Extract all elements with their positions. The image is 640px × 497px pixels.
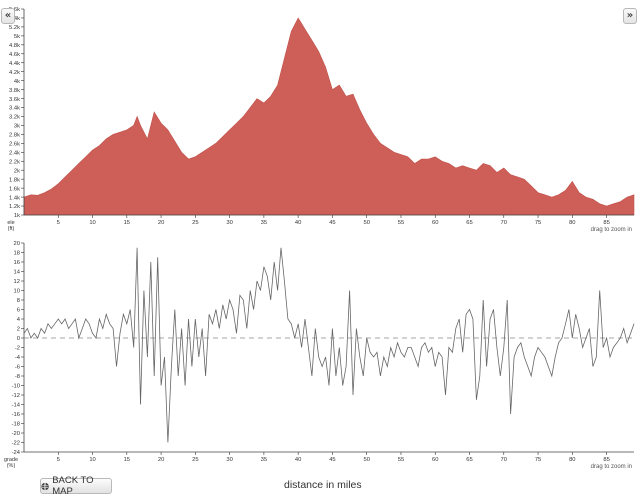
x-tick-label: 80 [569,457,575,463]
y-axis-label: (%) [7,463,16,469]
y-tick-label: 3.2k [9,115,20,121]
x-tick-label: 40 [295,457,301,463]
x-tick-label: 15 [124,457,130,463]
y-tick-label: 3k [14,124,20,130]
y-tick-label: 2.2k [9,159,20,165]
x-tick-label: 55 [398,457,404,463]
y-tick-label: 2.6k [9,142,20,148]
y-tick-label: -4 [15,355,21,361]
y-tick-label: 10 [14,289,20,295]
collapse-right-button[interactable]: » [623,8,637,24]
x-tick-label: 50 [363,457,369,463]
x-tick-label: 5 [57,457,60,463]
x-tick-label: 20 [158,220,164,226]
x-tick-label: 55 [398,220,404,226]
y-tick-label: 4.8k [9,43,20,49]
y-tick-label: 16 [14,260,20,266]
y-tick-label: -12 [12,393,20,399]
y-tick-label: 4.4k [9,61,20,67]
globe-icon [41,482,49,490]
y-tick-label: 4.6k [9,52,20,58]
x-tick-label: 15 [124,220,130,226]
grade-line [23,247,635,443]
y-tick-label: 1.4k [9,195,20,201]
grade-chart: -24-22-20-18-16-14-12-10-8-6-4-202468101… [4,241,635,470]
y-tick-label: 1.6k [9,186,20,192]
x-tick-label: 70 [501,220,507,226]
y-tick-label: -14 [12,403,21,409]
y-tick-label: 3.8k [9,88,20,94]
y-tick-label: 1.8k [9,177,20,183]
x-tick-label: 85 [603,220,609,226]
y-tick-label: -8 [15,374,20,380]
back-to-map-label: BACK TO MAP [52,475,94,497]
y-tick-label: 1k [14,213,20,219]
x-tick-label: 35 [261,220,267,226]
x-tick-label: 25 [192,457,198,463]
x-tick-label: 75 [535,220,541,226]
x-axis-label: distance in miles [284,479,362,491]
x-tick-label: 85 [603,457,609,463]
x-tick-label: 30 [226,220,232,226]
back-to-map-button[interactable]: BACK TO MAP [40,475,112,497]
y-tick-label: 2.4k [9,151,20,157]
y-tick-label: -16 [12,412,20,418]
y-tick-label: 5.2k [9,25,20,31]
x-tick-label: 60 [432,457,438,463]
y-tick-label: 2 [17,327,20,333]
y-tick-label: 12 [14,279,20,285]
y-tick-label: -10 [12,384,20,390]
elevation-area [23,17,635,216]
y-tick-label: 2k [14,168,20,174]
y-tick-label: 18 [14,251,20,257]
x-tick-label: 65 [466,457,472,463]
y-axis-label: (ft) [8,226,15,232]
x-tick-label: 5 [57,220,60,226]
x-tick-label: 60 [432,220,438,226]
x-tick-label: 45 [329,457,335,463]
y-tick-label: 14 [14,270,21,276]
y-tick-label: -22 [12,441,20,447]
x-tick-label: 70 [501,457,507,463]
y-tick-label: -20 [12,431,20,437]
x-tick-label: 80 [569,220,575,226]
x-tick-label: 10 [89,220,95,226]
y-tick-label: 1.2k [9,204,20,210]
y-tick-label: 4k [14,79,20,85]
y-tick-label: 4 [17,317,21,323]
y-tick-label: -24 [12,450,21,456]
x-tick-label: 75 [535,457,541,463]
y-tick-label: 3.4k [9,106,20,112]
x-tick-label: 10 [89,457,95,463]
x-tick-label: 45 [329,220,335,226]
zoom-hint: drag to zoom in [591,227,632,233]
x-tick-label: 50 [363,220,369,226]
y-tick-label: 5k [14,34,20,40]
y-tick-label: -6 [15,365,20,371]
elevation-grade-profile: 1k 1.2k 1.4k 1.6k 1.8k 2k 2.2k 2.4k 2.6k 2.8k 3k 3.… [4,7,635,470]
x-tick-label: 30 [226,457,232,463]
y-tick-label: 2.8k [9,133,20,139]
x-tick-label: 35 [261,457,267,463]
y-tick-label: 4.2k [9,70,20,76]
y-tick-label: 8 [17,298,20,304]
y-tick-label: -18 [12,422,20,428]
collapse-left-button[interactable]: « [1,8,15,24]
y-tick-label: 3.6k [9,97,20,103]
x-tick-label: 25 [192,220,198,226]
x-tick-label: 20 [158,457,164,463]
elevation-chart: 1k 1.2k 1.4k 1.6k 1.8k 2k 2.2k 2.4k 2.6k 2.8k 3k 3.… [7,7,635,233]
y-tick-label: 20 [14,241,20,247]
y-tick-label: 6 [17,308,20,314]
y-tick-label: 0 [17,336,20,342]
zoom-hint: drag to zoom in [591,464,632,470]
x-tick-label: 40 [295,220,301,226]
y-tick-label: -2 [15,346,20,352]
x-tick-label: 65 [466,220,472,226]
